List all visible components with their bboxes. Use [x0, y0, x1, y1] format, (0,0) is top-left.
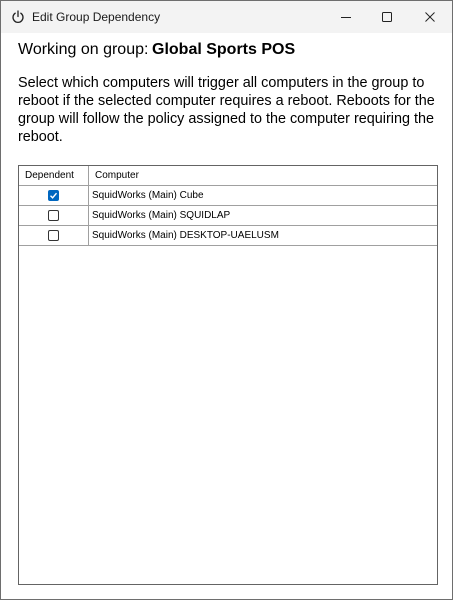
title-bar[interactable]: Edit Group Dependency [1, 1, 452, 33]
edit-group-dependency-window: Edit Group Dependency Working on group: … [0, 0, 453, 600]
computer-name: SquidWorks (Main) SQUIDLAP [92, 210, 231, 221]
table-row[interactable]: SquidWorks (Main) SQUIDLAP [19, 206, 437, 226]
computer-cell: SquidWorks (Main) DESKTOP-UAELUSM [89, 226, 437, 245]
computer-name: SquidWorks (Main) DESKTOP-UAELUSM [92, 230, 279, 241]
window-title: Edit Group Dependency [32, 10, 161, 24]
minimize-button[interactable] [323, 1, 369, 33]
computer-name: SquidWorks (Main) Cube [92, 190, 204, 201]
group-name: Global Sports POS [152, 41, 296, 58]
dependency-grid[interactable]: Dependent Computer SquidWorks (Main) Cub… [18, 165, 438, 585]
dependent-checkbox[interactable] [48, 230, 59, 241]
dependent-cell [19, 186, 89, 205]
computer-cell: SquidWorks (Main) Cube [89, 186, 437, 205]
checkmark-icon [50, 192, 58, 199]
close-button[interactable] [407, 1, 453, 33]
computer-cell: SquidWorks (Main) SQUIDLAP [89, 206, 437, 225]
group-label: Working on group: [18, 41, 149, 58]
dependent-cell [19, 226, 89, 245]
dependent-checkbox[interactable] [48, 210, 59, 221]
maximize-icon [382, 12, 392, 22]
dependent-checkbox[interactable] [48, 190, 59, 201]
column-header-dependent[interactable]: Dependent [19, 166, 89, 185]
table-row[interactable]: SquidWorks (Main) Cube [19, 186, 437, 206]
grid-header: Dependent Computer [19, 166, 437, 186]
instructions-text: Select which computers will trigger all … [18, 75, 435, 145]
dependent-cell [19, 206, 89, 225]
close-icon [425, 12, 435, 22]
power-icon [12, 10, 24, 23]
maximize-button[interactable] [364, 1, 410, 33]
minimize-icon [341, 17, 351, 18]
column-header-computer[interactable]: Computer [89, 166, 437, 185]
table-row[interactable]: SquidWorks (Main) DESKTOP-UAELUSM [19, 226, 437, 246]
